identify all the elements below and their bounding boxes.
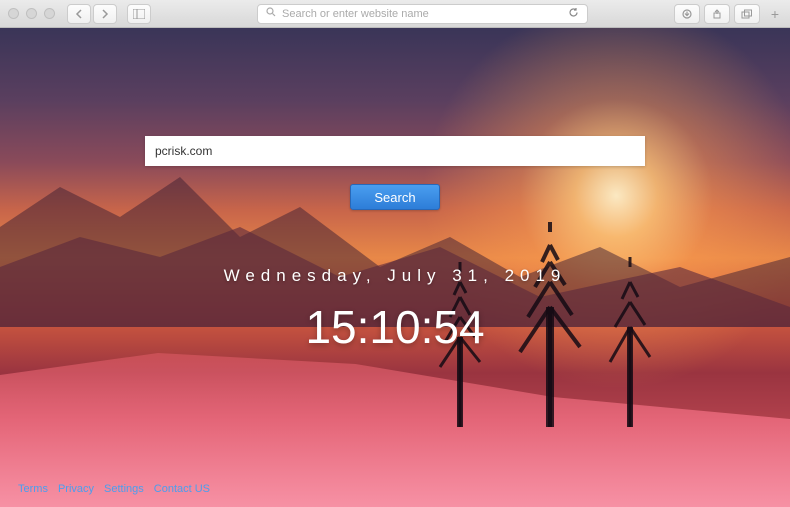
address-bar[interactable]: Search or enter website name xyxy=(257,4,588,24)
reload-icon[interactable] xyxy=(568,7,579,21)
footer-links: Terms Privacy Settings Contact US xyxy=(18,483,210,495)
maximize-window-button[interactable] xyxy=(44,8,55,19)
search-button[interactable]: Search xyxy=(350,184,440,210)
search-icon xyxy=(266,7,276,20)
sidebar-toggle-button[interactable] xyxy=(127,4,151,24)
close-window-button[interactable] xyxy=(8,8,19,19)
downloads-button[interactable] xyxy=(674,4,700,24)
minimize-window-button[interactable] xyxy=(26,8,37,19)
back-button[interactable] xyxy=(67,4,91,24)
footer-link-settings[interactable]: Settings xyxy=(104,483,144,495)
new-tab-button[interactable]: + xyxy=(768,7,782,21)
navigation-buttons xyxy=(67,4,117,24)
date-display: Wednesday, July 31, 2019 xyxy=(224,266,567,286)
search-input[interactable] xyxy=(145,136,645,166)
page-content: Search Wednesday, July 31, 2019 15:10:54… xyxy=(0,28,790,507)
forward-button[interactable] xyxy=(93,4,117,24)
footer-link-contact[interactable]: Contact US xyxy=(154,483,210,495)
address-placeholder: Search or enter website name xyxy=(282,8,429,20)
footer-link-privacy[interactable]: Privacy xyxy=(58,483,94,495)
footer-link-terms[interactable]: Terms xyxy=(18,483,48,495)
time-display: 15:10:54 xyxy=(305,300,484,354)
share-button[interactable] xyxy=(704,4,730,24)
window-controls xyxy=(8,8,55,19)
tabs-button[interactable] xyxy=(734,4,760,24)
search-container: Search xyxy=(145,136,645,210)
toolbar-right-buttons xyxy=(674,4,760,24)
browser-toolbar: Search or enter website name + xyxy=(0,0,790,28)
